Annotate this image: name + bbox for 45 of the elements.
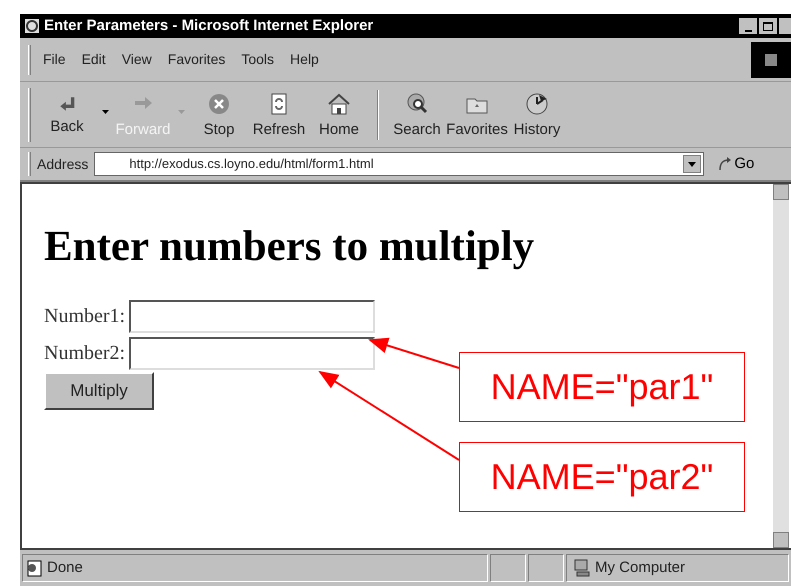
menu-item[interactable]: Tools <box>235 49 280 70</box>
menu-item[interactable]: Favorites <box>162 49 232 70</box>
window-title: Enter Parameters - Microsoft Internet Explorer <box>44 16 374 36</box>
address-field[interactable]: http://exodus.cs.loyno.edu/html/form1.html <box>94 152 704 176</box>
field-label: Number1: <box>44 304 126 330</box>
caret-icon <box>102 110 108 114</box>
toolbar-button[interactable]: Stop <box>189 92 249 137</box>
maximize-button[interactable] <box>759 18 777 34</box>
caret-icon <box>688 162 696 166</box>
go-arrow-icon <box>718 156 732 172</box>
toolbar-button[interactable]: Back <box>37 95 97 134</box>
history-icon <box>525 92 549 116</box>
toolbar-button[interactable]: History <box>507 92 567 137</box>
zone-text: My Computer <box>595 558 686 578</box>
stop-icon <box>207 92 231 116</box>
search-icon <box>405 92 429 116</box>
throbber-icon <box>751 42 791 78</box>
status-panel <box>490 554 526 582</box>
field-label: Number2: <box>44 341 126 366</box>
toolbar-button[interactable]: Favorites <box>447 92 507 137</box>
toolbar-button[interactable]: Search <box>387 92 447 137</box>
caret-icon <box>178 110 184 114</box>
address-label: Address <box>37 154 88 174</box>
menu-item[interactable]: Help <box>284 49 325 70</box>
dropdown-button[interactable] <box>683 155 702 173</box>
input-field[interactable] <box>129 300 376 333</box>
page-heading: Enter numbers to multiply <box>44 222 536 272</box>
callout-label: NAME="par1" <box>459 352 745 422</box>
status-text: Done <box>47 558 83 578</box>
computer-icon <box>573 559 591 577</box>
callout-label: NAME="par2" <box>459 442 745 512</box>
browser-icon <box>24 18 40 34</box>
minimize-button[interactable] <box>739 18 757 34</box>
multiply-button[interactable]: Multiply <box>44 372 154 410</box>
status-panel <box>528 554 564 582</box>
menu-item[interactable]: View <box>116 49 158 70</box>
page-icon <box>25 559 43 577</box>
go-button[interactable]: Go <box>718 152 754 176</box>
input-field[interactable] <box>129 336 376 370</box>
menu-item[interactable]: File <box>37 49 72 70</box>
home-icon <box>327 92 351 116</box>
menu-item[interactable]: Edit <box>76 49 112 70</box>
toolbar-button[interactable]: Refresh <box>249 92 309 137</box>
scrollbar[interactable] <box>773 184 789 548</box>
toolbar-button[interactable]: Home <box>309 92 369 137</box>
